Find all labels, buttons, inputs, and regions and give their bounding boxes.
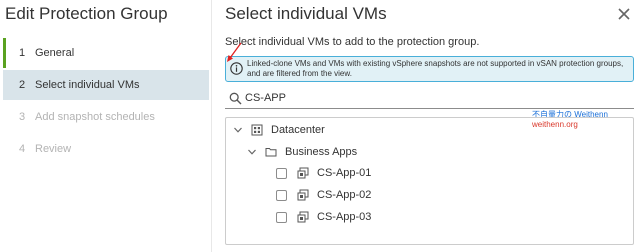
page-subtitle: Select individual VMs to add to the prot… [225, 36, 480, 48]
wizard-sidebar: Edit Protection Group 1 General 2 Select… [0, 0, 210, 252]
step-number: 1 [19, 47, 26, 59]
tree-node-vm[interactable]: CS-App-02 [276, 185, 371, 205]
tree-node-vm[interactable]: CS-App-01 [276, 163, 371, 183]
page-title: Select individual VMs [225, 4, 387, 23]
info-icon [230, 62, 243, 75]
vm-icon [297, 211, 309, 223]
chevron-down-icon[interactable] [247, 147, 257, 157]
step-snapshot-schedules: 3 Add snapshot schedules [3, 102, 209, 132]
close-icon[interactable] [617, 7, 631, 21]
step-label: General [35, 47, 75, 59]
tree-node-label: CS-App-02 [317, 189, 372, 201]
wizard-steps: 1 General 2 Select individual VMs 3 Add … [3, 38, 209, 166]
vm-checkbox[interactable] [276, 211, 287, 223]
step-select-vms[interactable]: 2 Select individual VMs [3, 70, 209, 100]
info-message: Linked-clone VMs and VMs with existing v… [247, 59, 624, 78]
step-label: Select individual VMs [35, 79, 140, 91]
tree-node-label: CS-App-03 [317, 211, 372, 223]
search-input[interactable] [245, 90, 545, 106]
vm-tree: Datacenter Business Apps CS-App-01 CS-Ap… [225, 117, 634, 245]
datacenter-icon [251, 124, 263, 136]
tree-node-datacenter[interactable]: Datacenter [233, 120, 325, 140]
step-review: 4 Review [3, 134, 209, 164]
main-content: Select individual VMs Select individual … [212, 0, 640, 252]
tree-node-label: Business Apps [285, 146, 358, 158]
vm-icon [297, 189, 309, 201]
dialog-title: Edit Protection Group [5, 4, 168, 23]
step-number: 3 [19, 111, 26, 123]
search-bar [225, 89, 634, 109]
tree-node-label: CS-App-01 [317, 167, 372, 179]
chevron-down-icon[interactable] [233, 125, 243, 135]
tree-node-label: Datacenter [271, 124, 325, 136]
step-number: 2 [19, 79, 26, 91]
step-number: 4 [19, 143, 26, 155]
search-icon [229, 92, 242, 105]
step-label: Review [35, 143, 72, 155]
vm-checkbox[interactable] [276, 189, 287, 201]
tree-node-vm[interactable]: CS-App-03 [276, 207, 371, 227]
vm-icon [297, 167, 309, 179]
folder-icon [265, 148, 277, 157]
step-general[interactable]: 1 General [3, 38, 209, 68]
info-alert: Linked-clone VMs and VMs with existing v… [225, 56, 634, 82]
step-label: Add snapshot schedules [35, 111, 155, 123]
vm-checkbox[interactable] [276, 167, 287, 179]
tree-node-folder[interactable]: Business Apps [247, 142, 357, 162]
